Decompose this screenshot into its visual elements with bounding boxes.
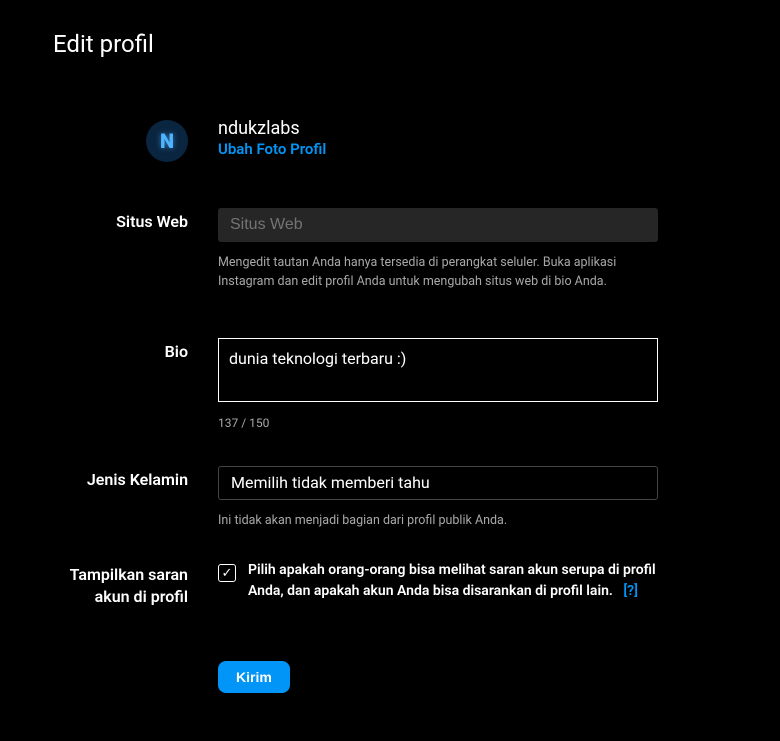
gender-help-text: Ini tidak akan menjadi bagian dari profi…	[218, 512, 658, 531]
bio-textarea[interactable]	[218, 338, 658, 402]
website-help-text: Mengedit tautan Anda hanya tersedia di p…	[218, 254, 658, 292]
help-link[interactable]: [?]	[623, 583, 638, 599]
website-input	[218, 208, 658, 242]
avatar[interactable]: N	[146, 120, 188, 162]
page-title: Edit profil	[53, 30, 730, 58]
website-label: Situs Web	[50, 208, 218, 292]
gender-value: Memilih tidak memberi tahu	[231, 473, 430, 492]
gender-label: Jenis Kelamin	[50, 466, 218, 531]
bio-label: Bio	[50, 338, 218, 430]
avatar-letter: N	[160, 129, 174, 153]
bio-character-count: 137 / 150	[218, 416, 658, 430]
suggestions-description: Pilih apakah orang-orang bisa melihat sa…	[248, 560, 658, 602]
check-icon: ✓	[222, 566, 233, 581]
submit-button[interactable]: Kirim	[218, 661, 290, 693]
gender-select[interactable]: Memilih tidak memberi tahu	[218, 466, 658, 500]
suggestions-checkbox[interactable]: ✓	[218, 564, 236, 582]
username-display: ndukzlabs	[218, 118, 658, 140]
suggestions-label: Tampilkan saran akun di profil	[50, 560, 218, 607]
change-photo-button[interactable]: Ubah Foto Profil	[218, 140, 658, 158]
